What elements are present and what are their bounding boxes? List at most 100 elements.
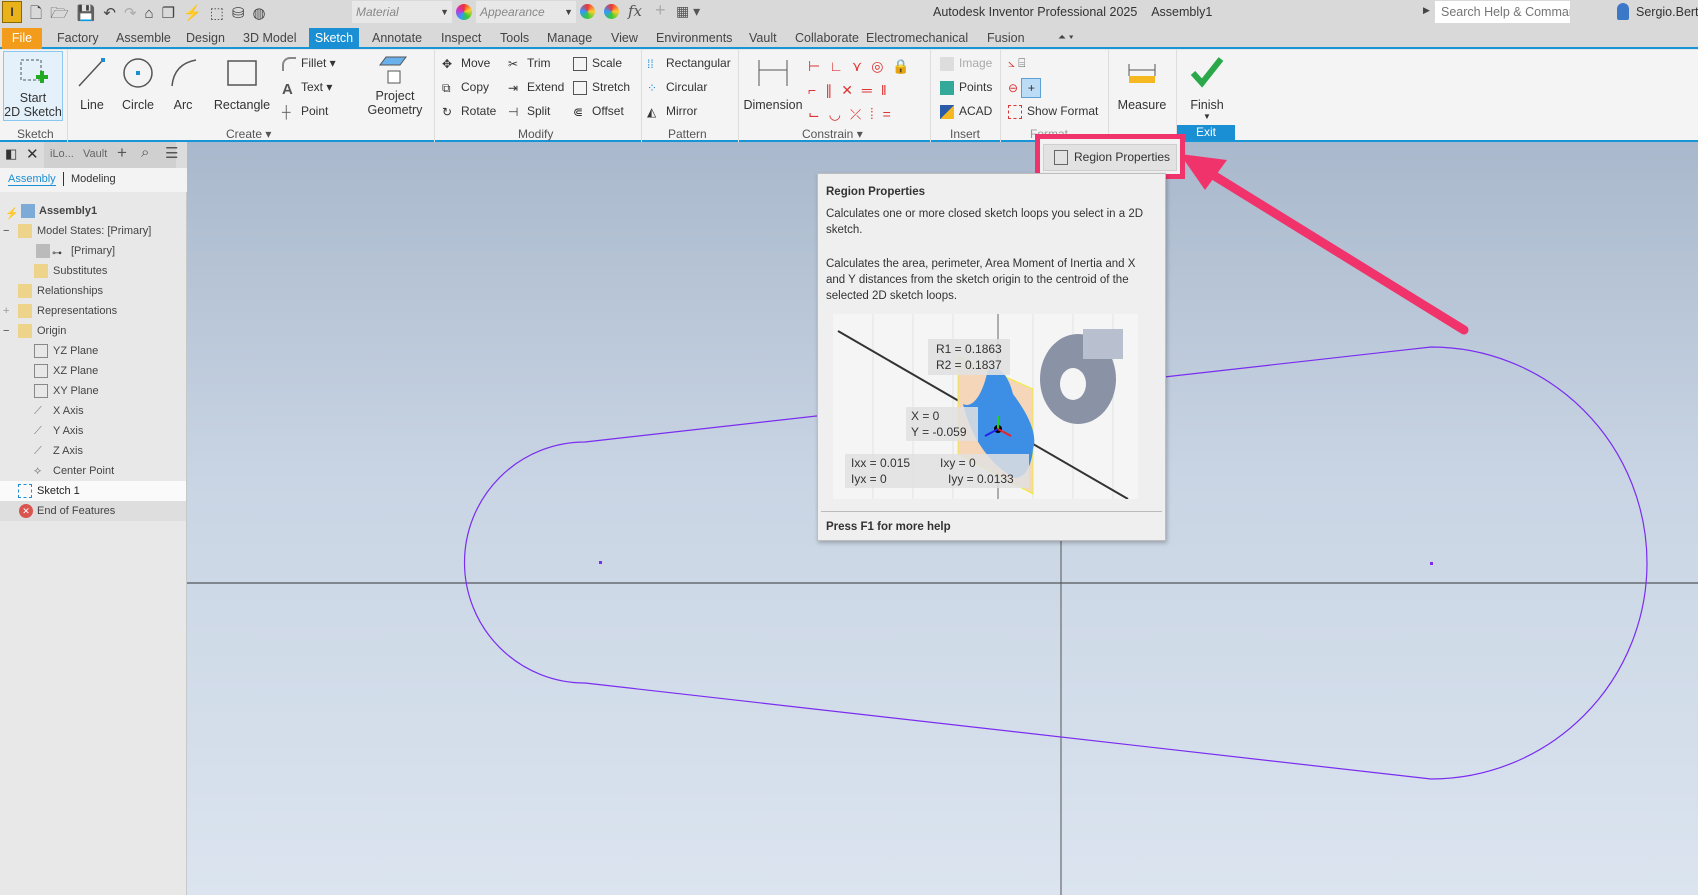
- tree-item-xy-plane[interactable]: XY Plane: [0, 381, 186, 401]
- tab-factory[interactable]: Factory: [51, 28, 105, 49]
- tab-view[interactable]: View: [605, 28, 644, 49]
- finish-sketch-button[interactable]: Finish ▼: [1180, 56, 1234, 121]
- expand-icon[interactable]: +: [3, 301, 17, 317]
- tab-file[interactable]: File: [2, 28, 42, 49]
- select-icon[interactable]: ⬚: [210, 5, 232, 22]
- project-geometry-button[interactable]: Project Geometry: [364, 53, 426, 117]
- user-name[interactable]: Sergio.Bert: [1636, 5, 1698, 19]
- construction-button[interactable]: ⦣ ⌸: [1008, 56, 1025, 71]
- coincident-icon[interactable]: ∟: [829, 58, 852, 74]
- save-icon[interactable]: 💾: [77, 5, 104, 22]
- expand-arrow-icon[interactable]: ▶: [1423, 5, 1430, 16]
- dimension-button[interactable]: Dimension: [742, 56, 804, 112]
- show-constraints-icon[interactable]: ⌐: [808, 82, 825, 98]
- region-properties-button[interactable]: Region Properties: [1043, 144, 1177, 171]
- smooth-icon[interactable]: ⤫: [850, 106, 870, 122]
- stretch-button[interactable]: Stretch: [573, 80, 630, 95]
- show-format-button[interactable]: Show Format: [1008, 104, 1098, 119]
- tab-design[interactable]: Design: [180, 28, 231, 49]
- text-button[interactable]: A Text ▾: [282, 80, 332, 98]
- ribbon-display-toggle-icon[interactable]: ⏶ ▾: [1052, 28, 1080, 49]
- ilogic-icon[interactable]: ⛁: [232, 5, 253, 22]
- user-icon[interactable]: [1617, 3, 1629, 20]
- tab-environments[interactable]: Environments: [650, 28, 738, 49]
- collapse-icon[interactable]: −: [3, 321, 17, 337]
- appearance-dropdown[interactable]: Appearance ▼: [476, 1, 576, 23]
- tree-item-sketch-1[interactable]: Sketch 1: [0, 481, 186, 501]
- material-icon[interactable]: ◍: [252, 5, 273, 22]
- collapse-icon[interactable]: −: [3, 221, 17, 237]
- constraint-settings-icon[interactable]: ⌙: [808, 106, 829, 122]
- redo-icon[interactable]: ↷: [124, 5, 145, 22]
- perpendicular-icon[interactable]: ✕: [841, 82, 862, 98]
- tree-item-relationships[interactable]: Relationships: [0, 281, 186, 301]
- rectangular-pattern-button[interactable]: ⁞⁞ Rectangular: [647, 56, 731, 71]
- tab-ilogic[interactable]: iLo...: [50, 148, 74, 160]
- tree-item-model-states[interactable]: − Model States: [Primary]: [0, 221, 186, 241]
- update-icon[interactable]: ⚡: [183, 5, 210, 22]
- tab-vault-browser[interactable]: Vault: [83, 148, 107, 160]
- split-button[interactable]: ⊣ Split: [508, 104, 550, 119]
- offset-button[interactable]: ⋐ Offset: [573, 104, 624, 119]
- trim-button[interactable]: ✂ Trim: [508, 56, 551, 71]
- auto-dimension-icon[interactable]: ⊢: [808, 58, 829, 74]
- tab-collaborate[interactable]: Collaborate: [789, 28, 865, 49]
- tab-electromechanical[interactable]: Electromechanical: [860, 28, 974, 49]
- tree-item-substitutes[interactable]: Substitutes: [0, 261, 186, 281]
- tab-vault[interactable]: Vault: [743, 28, 783, 49]
- symmetric-icon[interactable]: ⦙: [870, 106, 883, 122]
- vertical-icon[interactable]: ‖: [881, 82, 896, 98]
- concentric-icon[interactable]: ◎: [871, 58, 892, 74]
- tree-item-representations[interactable]: + Representations: [0, 301, 186, 321]
- search-icon[interactable]: ⌕: [141, 144, 149, 161]
- tab-assemble[interactable]: Assemble: [110, 28, 177, 49]
- app-logo[interactable]: I: [2, 1, 22, 23]
- tree-item-end-of-features[interactable]: ✕ End of Features: [0, 501, 186, 521]
- mode-assembly[interactable]: Assembly: [8, 173, 56, 186]
- insert-image-button[interactable]: Image: [940, 56, 992, 71]
- mirror-button[interactable]: ◭ Mirror: [647, 104, 697, 119]
- line-button[interactable]: Line: [72, 56, 112, 112]
- tree-item-primary[interactable]: ⊶ [Primary]: [0, 241, 186, 261]
- horizontal-icon[interactable]: ═: [862, 82, 881, 98]
- tab-sketch[interactable]: Sketch: [309, 28, 359, 49]
- customize-icon[interactable]: ▦ ▾: [676, 3, 700, 20]
- add-icon[interactable]: +: [117, 143, 127, 163]
- rotate-button[interactable]: ↻ Rotate: [442, 104, 496, 119]
- point-button[interactable]: ┼ Point: [282, 104, 328, 119]
- tree-item-xz-plane[interactable]: XZ Plane: [0, 361, 186, 381]
- tab-manage[interactable]: Manage: [541, 28, 598, 49]
- tab-tools[interactable]: Tools: [494, 28, 535, 49]
- tangent-icon[interactable]: ◡: [829, 106, 850, 122]
- collinear-icon[interactable]: ⋎: [852, 58, 871, 74]
- tree-item-origin[interactable]: − Origin: [0, 321, 186, 341]
- projects-icon[interactable]: ❐: [162, 5, 183, 22]
- fillet-button[interactable]: Fillet ▾: [282, 56, 336, 71]
- circle-button[interactable]: Circle: [118, 56, 158, 112]
- centerline-button[interactable]: ⊖ +: [1008, 78, 1042, 98]
- tree-item-y-axis[interactable]: ⟋ Y Axis: [0, 421, 186, 441]
- tab-inspect[interactable]: Inspect: [435, 28, 487, 49]
- search-help-input[interactable]: [1435, 1, 1570, 23]
- tab-fusion[interactable]: Fusion: [981, 28, 1031, 49]
- adjust-appearance-icon[interactable]: [580, 4, 595, 19]
- center-point-toggle-icon[interactable]: +: [1021, 78, 1042, 98]
- equal-icon[interactable]: =: [883, 106, 900, 122]
- start-2d-sketch-button[interactable]: Start 2D Sketch: [3, 51, 63, 121]
- tree-item-z-axis[interactable]: ⟋ Z Axis: [0, 441, 186, 461]
- tree-item-yz-plane[interactable]: YZ Plane: [0, 341, 186, 361]
- measure-button[interactable]: Measure: [1112, 56, 1172, 112]
- mode-modeling[interactable]: Modeling: [71, 173, 116, 185]
- checkbox-icon[interactable]: [36, 244, 50, 258]
- model-tab-icon[interactable]: ◧: [5, 146, 17, 162]
- menu-icon[interactable]: ☰: [165, 144, 178, 162]
- tree-item-center-point[interactable]: ⟡ Center Point: [0, 461, 186, 481]
- insert-acad-button[interactable]: ACAD: [940, 104, 992, 119]
- move-button[interactable]: ✥ Move: [442, 56, 490, 71]
- extend-button[interactable]: ⇥ Extend: [508, 80, 564, 95]
- circular-pattern-button[interactable]: ⁘ Circular: [647, 80, 707, 95]
- insert-points-button[interactable]: Points: [940, 80, 992, 95]
- tab-3d-model[interactable]: 3D Model: [237, 28, 303, 49]
- undo-icon[interactable]: ↶: [103, 5, 124, 22]
- clear-appearance-icon[interactable]: [604, 4, 619, 19]
